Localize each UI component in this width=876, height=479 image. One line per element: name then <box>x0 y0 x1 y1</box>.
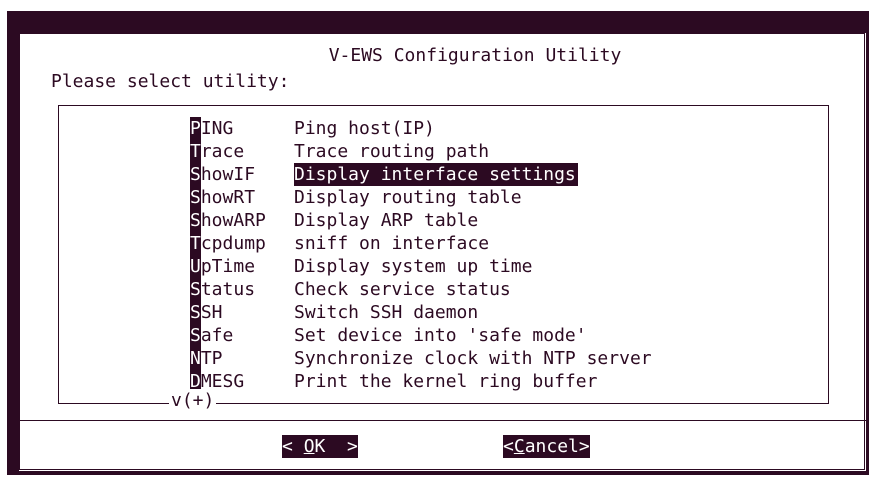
button-separator <box>19 420 866 421</box>
menu-item-tag: Status <box>190 278 255 301</box>
menu-item-description: Set device into 'safe mode' <box>294 325 587 346</box>
ok-button[interactable]: < OK > <box>282 435 358 458</box>
menu-item-hotkey: S <box>190 209 201 232</box>
select-prompt: Please select utility: <box>51 71 290 92</box>
menu-item-hotkey: S <box>190 163 201 186</box>
menu-item-tag-rest: TP <box>200 348 223 369</box>
menu-item-tag-rest: cpdump <box>200 233 266 254</box>
menu-item-tag: NTP <box>190 347 223 370</box>
menu-item-tag-rest: howIF <box>200 164 256 185</box>
menu-item-description: Trace routing path <box>294 141 490 162</box>
menu-item-tag-rest: afe <box>200 325 234 346</box>
menu-item-tag: ShowARP <box>190 209 266 232</box>
more-indicator: v(+) <box>169 389 217 412</box>
dialog-title: V-EWS Configuration Utility <box>326 45 624 66</box>
ok-rest: K > <box>314 436 358 457</box>
menu-item-tag: UpTime <box>190 255 255 278</box>
cancel-rest: ancel> <box>524 436 590 457</box>
menu-item-hotkey: T <box>190 140 201 163</box>
menu-item-tag-rest: tatus <box>200 279 256 300</box>
menu-item-tag: SSH <box>190 301 223 324</box>
menu-item-hotkey: N <box>190 347 201 370</box>
menu-item-description: sniff on interface <box>294 233 490 254</box>
menu-item-tag-rest: pTime <box>200 256 256 277</box>
menu-item-tag-rest: ING <box>200 118 234 139</box>
menu-item-hotkey: S <box>190 186 201 209</box>
menu-item-description: Display ARP table <box>294 210 479 231</box>
utility-menu-list[interactable]: PING Ping host(IP) Trace Trace routing path… <box>58 105 829 404</box>
menu-item-description: Display interface settings <box>294 163 578 186</box>
menu-item-hotkey: S <box>190 324 201 347</box>
menu-item-tag-rest: SH <box>200 302 223 323</box>
cancel-left: < <box>503 436 514 457</box>
cancel-button[interactable]: <Cancel> <box>503 435 590 458</box>
menu-item-tag: ShowIF <box>190 163 255 186</box>
menu-item-hotkey: U <box>190 255 201 278</box>
menu-item-hotkey: T <box>190 232 201 255</box>
menu-item-hotkey: S <box>190 301 201 324</box>
menu-item-tag: Tcpdump <box>190 232 266 255</box>
menu-item-description: Ping host(IP) <box>294 118 435 139</box>
menu-item-description: Switch SSH daemon <box>294 302 479 323</box>
terminal-window: V-EWS Configuration Utility Please selec… <box>7 11 869 475</box>
menu-item-tag-rest: howARP <box>200 210 266 231</box>
menu-item-tag-rest: race <box>200 141 245 162</box>
menu-item-description: Print the kernel ring buffer <box>294 371 598 392</box>
menu-item-tag: Safe <box>190 324 233 347</box>
menu-item-tag: PING <box>190 117 233 140</box>
menu-item-hotkey: S <box>190 278 201 301</box>
cancel-hotkey: C <box>513 436 525 457</box>
menu-item-hotkey: P <box>190 117 201 140</box>
menu-item-description: Synchronize clock with NTP server <box>294 348 652 369</box>
ok-left: < <box>282 436 304 457</box>
menu-item-tag-rest: howRT <box>200 187 256 208</box>
menu-item-description: Check service status <box>294 279 511 300</box>
config-dialog: V-EWS Configuration Utility Please selec… <box>19 33 866 471</box>
menu-item-description: Display system up time <box>294 256 533 277</box>
menu-item-tag: Trace <box>190 140 244 163</box>
menu-item-description: Display routing table <box>294 187 522 208</box>
ok-hotkey: O <box>303 436 315 457</box>
menu-item-tag: ShowRT <box>190 186 255 209</box>
